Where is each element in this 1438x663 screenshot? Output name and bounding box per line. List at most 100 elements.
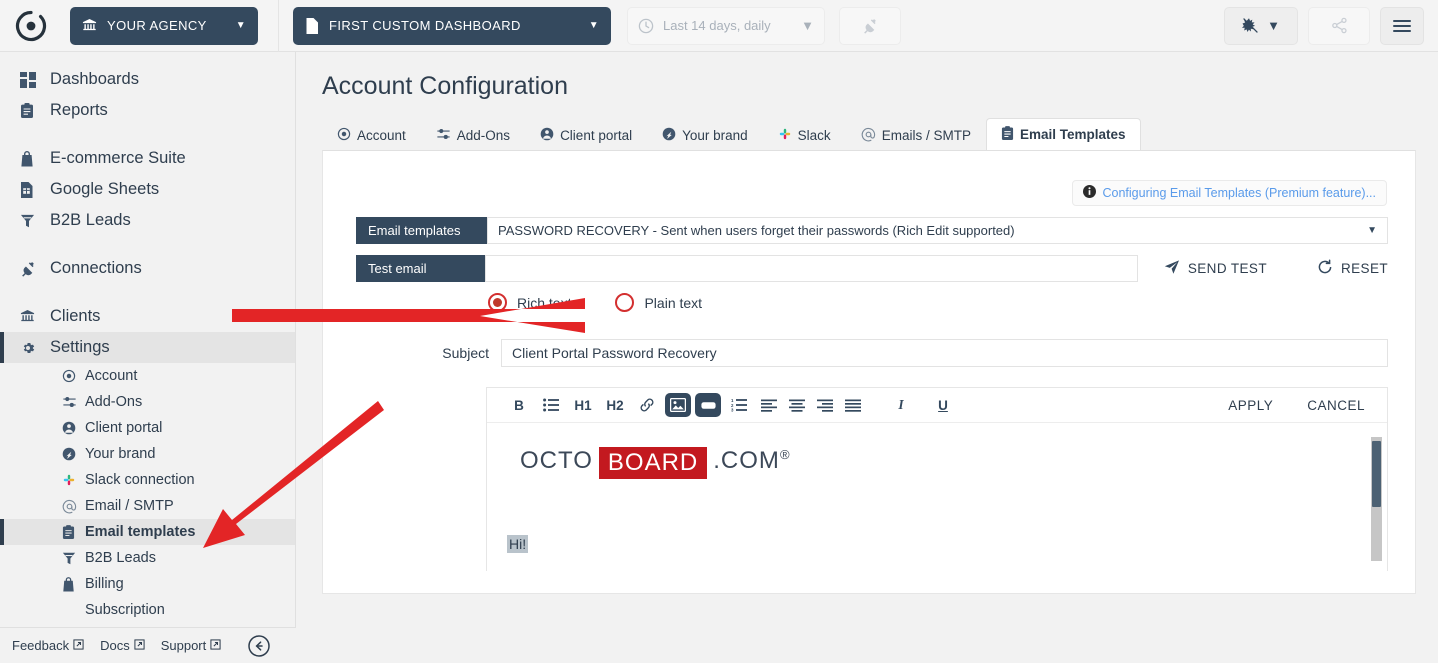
sidebar-item-clients[interactable]: Clients [0, 301, 295, 332]
email-template-label: Email templates [356, 217, 487, 244]
sidebar-subitem-your-brand[interactable]: Your brand [0, 441, 295, 467]
sidebar-subitem-client-portal[interactable]: Client portal [0, 415, 295, 441]
sidebar-subitem-label: Add-Ons [85, 394, 143, 410]
sidebar-subitem-billing[interactable]: Billing [0, 571, 295, 597]
feedback-link[interactable]: Feedback [12, 638, 84, 653]
sidebar-subitem-add-ons[interactable]: Add-Ons [0, 389, 295, 415]
sidebar-item-google-sheets[interactable]: Google Sheets [0, 174, 295, 205]
test-email-input[interactable] [485, 255, 1138, 282]
sidebar-subitem-email-smtp[interactable]: Email / SMTP [0, 493, 295, 519]
cancel-button[interactable]: CANCEL [1307, 398, 1365, 413]
sidebar-subitem-subscription[interactable]: Subscription [0, 597, 295, 623]
theme-icon [1242, 17, 1259, 34]
tab-account[interactable]: Account [322, 120, 421, 150]
heading-1-icon[interactable]: H1 [569, 393, 597, 417]
tab-emails-smtp[interactable]: Emails / SMTP [846, 120, 986, 150]
tab-client-portal[interactable]: Client portal [525, 120, 647, 150]
sidebar-item-label: B2B Leads [50, 211, 131, 229]
email-template-value: PASSWORD RECOVERY - Sent when users forg… [498, 223, 1015, 238]
sidebar-subitem-b2b-leads[interactable]: B2B Leads [0, 545, 295, 571]
chevron-down-icon: ▼ [588, 20, 599, 31]
editor-body[interactable]: OCTO BOARD .COM ® Hi! [487, 423, 1387, 571]
tab-your-brand[interactable]: Your brand [647, 120, 763, 150]
send-test-label: SEND TEST [1187, 261, 1267, 276]
docs-link-label: Docs [100, 638, 130, 653]
email-templates-panel: Configuring Email Templates (Premium fea… [322, 150, 1416, 594]
gear-icon [20, 340, 50, 356]
octoboard-logo-icon[interactable] [0, 10, 62, 42]
support-link[interactable]: Support [161, 638, 222, 653]
underline-icon[interactable]: U [929, 393, 957, 417]
agency-selector-button[interactable]: YOUR AGENCY ▼ [70, 6, 258, 45]
sidebar-subitem-label: Your brand [85, 446, 156, 462]
tab-email-templates[interactable]: Email Templates [985, 118, 1141, 150]
align-justify-icon[interactable] [841, 393, 865, 417]
share-button[interactable] [1308, 6, 1370, 45]
apply-button[interactable]: APPLY [1228, 398, 1273, 413]
person-icon [62, 421, 85, 435]
radio-rich-text[interactable]: Rich text [488, 293, 571, 312]
connector-button[interactable] [839, 6, 901, 45]
radio-plain-text[interactable]: Plain text [615, 293, 702, 312]
rich-text-editor: B H1 H2 123 I U APPLY CANCEL OCTO BOARD … [486, 387, 1388, 571]
sidebar-item-ecommerce-suite[interactable]: E-commerce Suite [0, 143, 295, 174]
sidebar-item-dashboards[interactable]: Dashboards [0, 64, 295, 95]
email-template-select[interactable]: PASSWORD RECOVERY - Sent when users forg… [487, 217, 1388, 244]
sidebar-item-connections[interactable]: Connections [0, 253, 295, 284]
tab-slack[interactable]: Slack [763, 120, 846, 150]
configuring-email-templates-link[interactable]: Configuring Email Templates (Premium fea… [1071, 180, 1387, 206]
date-range-button[interactable]: Last 14 days, daily ▼ [627, 6, 825, 45]
editor-scrollbar-thumb[interactable] [1372, 441, 1381, 507]
sidebar-item-reports[interactable]: Reports [0, 95, 295, 126]
tab-label: Email Templates [1019, 127, 1126, 142]
sidebar-subitem-slack-connection[interactable]: Slack connection [0, 467, 295, 493]
image-icon[interactable] [665, 393, 691, 417]
support-link-label: Support [160, 638, 207, 653]
italic-icon[interactable]: I [887, 393, 915, 417]
tab-bar: Account Add-Ons Client portal Your brand [296, 118, 1438, 150]
main-content: Account Configuration Account Add-Ons Cl… [296, 52, 1438, 663]
reset-label: RESET [1340, 261, 1388, 276]
sidebar-subitem-email-templates[interactable]: Email templates [0, 519, 295, 545]
sidebar-item-label: Google Sheets [50, 180, 160, 198]
bag-icon [62, 576, 85, 592]
collapse-sidebar-button[interactable] [247, 634, 271, 658]
numbered-list-icon[interactable]: 123 [725, 393, 753, 417]
sidebar-subitem-account[interactable]: Account [0, 363, 295, 389]
send-test-button[interactable]: SEND TEST [1164, 259, 1267, 278]
sliders-icon [436, 127, 451, 144]
info-icon [1082, 185, 1096, 201]
link-icon[interactable] [633, 393, 661, 417]
align-right-icon[interactable] [813, 393, 837, 417]
feedback-link-label: Feedback [12, 638, 70, 653]
target-icon [337, 127, 351, 144]
sidebar-subitem-label: Slack connection [85, 472, 195, 488]
theme-toggle-button[interactable]: ▼ [1224, 6, 1298, 45]
align-center-icon[interactable] [785, 393, 809, 417]
hamburger-menu-button[interactable] [1380, 6, 1424, 45]
slack-icon [62, 473, 85, 487]
heading-2-icon[interactable]: H2 [601, 393, 629, 417]
bold-icon[interactable]: B [505, 393, 533, 417]
subject-input[interactable]: Client Portal Password Recovery [501, 339, 1388, 367]
bullet-list-icon[interactable] [537, 393, 565, 417]
tab-label: Emails / SMTP [881, 128, 971, 143]
dashboard-selector-button[interactable]: FIRST CUSTOM DASHBOARD ▼ [293, 6, 611, 45]
button-icon[interactable] [695, 393, 721, 417]
brand-icon [62, 447, 85, 461]
clock-icon [638, 18, 654, 34]
radio-rich-text-label: Rich text [517, 294, 572, 311]
topbar-divider [278, 0, 279, 52]
tab-label: Slack [797, 128, 831, 143]
tab-add-ons[interactable]: Add-Ons [421, 120, 525, 150]
external-link-icon [210, 638, 221, 653]
sidebar-item-b2b-leads[interactable]: B2B Leads [0, 205, 295, 236]
sliders-icon [62, 395, 85, 409]
align-left-icon[interactable] [757, 393, 781, 417]
docs-link[interactable]: Docs [100, 638, 145, 653]
editor-actions: APPLY CANCEL [1228, 398, 1369, 413]
reset-button[interactable]: RESET [1317, 259, 1388, 278]
sidebar-item-settings[interactable]: Settings [0, 332, 295, 363]
